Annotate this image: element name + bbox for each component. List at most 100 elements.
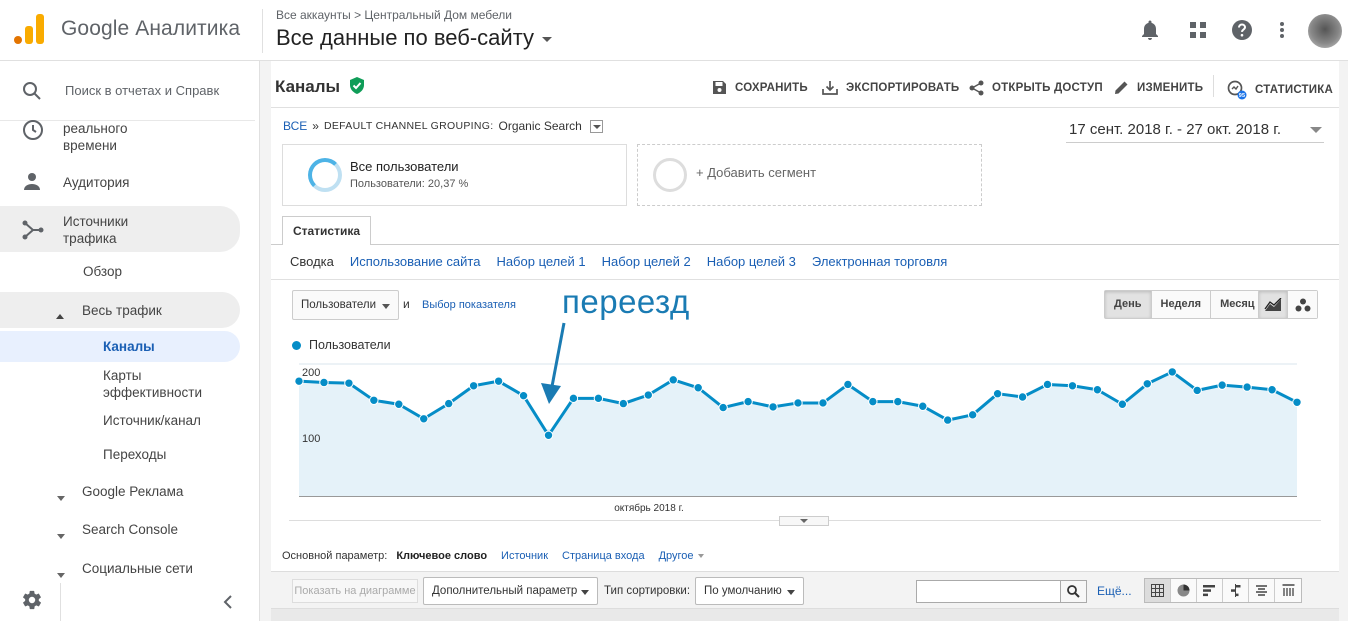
sidebar-item-treemaps[interactable]: Карты эффективности [103,367,223,401]
sidebar-item-overview[interactable]: Обзор [83,263,122,280]
plot-rows-button[interactable]: Показать на диаграмме [292,579,418,603]
save-button[interactable]: СОХРАНИТЬ [712,80,808,95]
advanced-filter-link[interactable]: Ещё... [1097,584,1132,598]
data-point[interactable] [1017,392,1028,402]
edit-button[interactable]: ИЗМЕНИТЬ [1114,80,1203,95]
avatar[interactable] [1308,14,1342,48]
comparison-view-icon[interactable] [1223,579,1249,602]
sidebar-item-audience[interactable]: Аудитория [63,174,129,191]
brand-name[interactable]: Google Аналитика [61,17,240,41]
more-vert-icon[interactable] [1270,18,1294,42]
data-point[interactable] [668,375,678,385]
primary-dim-keyword[interactable]: Ключевое слово [396,550,487,562]
data-point[interactable] [893,396,903,407]
sidebar-item-source-medium[interactable]: Источник/канал [103,412,201,429]
collapse-chevron-left-icon[interactable] [222,594,234,615]
data-point[interactable] [319,377,329,388]
data-point[interactable] [518,390,529,401]
table-search-button[interactable] [1060,580,1087,603]
data-point[interactable] [693,383,703,393]
data-point[interactable] [818,398,828,408]
ga-logo-icon[interactable] [14,14,44,44]
data-point[interactable] [543,430,554,440]
sidebar-item-acquisition[interactable]: Источники трафика [63,213,173,247]
primary-dim-source[interactable]: Источник [501,550,548,562]
account-breadcrumb[interactable]: Все аккаунты > Центральный Дом мебели [276,8,512,22]
add-segment-button[interactable]: + Добавить сегмент [637,144,982,206]
data-point[interactable] [344,378,354,388]
data-point[interactable] [618,398,629,409]
subtab-goal-set-2[interactable]: Набор целей 2 [602,254,691,269]
data-point[interactable] [743,396,753,407]
chart-expand-handle[interactable] [779,516,829,526]
sidebar-item-google-ads[interactable]: Google Реклама [82,483,183,500]
subtab-summary[interactable]: Сводка [290,254,334,269]
metric-selector[interactable]: Пользователи [292,290,399,320]
primary-dim-landing-page[interactable]: Страница входа [562,550,645,562]
data-point[interactable] [468,381,479,391]
sidebar-item-referrals[interactable]: Переходы [103,446,166,463]
line-chart-icon[interactable] [1259,291,1288,318]
sidebar-search[interactable]: Поиск в отчетах и Справк [0,61,255,121]
motion-chart-icon[interactable] [1288,291,1317,318]
subtab-goal-set-1[interactable]: Набор целей 1 [496,254,585,269]
property-selector[interactable]: Все данные по веб-сайту [276,25,553,51]
table-view-icon[interactable] [1145,579,1171,602]
data-point[interactable] [1242,382,1252,392]
data-point[interactable] [1142,379,1152,389]
insights-button[interactable]: 95 СТАТИСТИКА [1227,80,1333,100]
bar-view-icon[interactable] [1197,579,1223,602]
date-range-picker[interactable]: 17 сент. 2018 г. - 27 окт. 2018 г. [1066,119,1324,143]
gear-icon[interactable] [21,589,43,616]
pick-metric-link[interactable]: Выбор показателя [422,299,516,311]
data-point[interactable] [1267,385,1277,395]
data-point[interactable] [1042,379,1053,390]
help-icon[interactable] [1230,18,1254,42]
sidebar-item-social[interactable]: Социальные сети [82,560,193,577]
data-point[interactable] [369,395,379,406]
data-point[interactable] [1117,399,1128,409]
sidebar-item-search-console[interactable]: Search Console [82,521,178,538]
data-point[interactable] [943,415,953,425]
data-point[interactable] [1067,381,1078,391]
data-point[interactable] [593,393,604,404]
data-point[interactable] [918,401,928,411]
export-button[interactable]: ЭКСПОРТИРОВАТЬ [822,80,959,95]
subtab-site-usage[interactable]: Использование сайта [350,254,481,269]
data-point[interactable] [967,410,978,420]
data-point[interactable] [768,402,778,412]
data-point[interactable] [992,389,1003,399]
sidebar-item-all-traffic[interactable]: Весь трафик [82,302,162,319]
secondary-dimension-select[interactable]: Дополнительный параметр [423,577,598,605]
primary-dim-other[interactable]: Другое [659,550,704,562]
pivot-view-icon[interactable] [1275,579,1301,602]
data-point[interactable] [718,402,728,413]
breadcrumb-all[interactable]: ВСЕ [283,119,307,133]
data-point[interactable] [643,390,653,400]
granularity-month[interactable]: Месяц [1211,291,1264,318]
subtab-ecommerce[interactable]: Электронная торговля [812,254,947,269]
share-button[interactable]: ОТКРЫТЬ ДОСТУП [969,80,1103,96]
bell-icon[interactable] [1138,18,1162,42]
data-point[interactable] [1167,367,1177,377]
data-point[interactable] [568,393,579,404]
tab-explorer[interactable]: Статистика [282,216,371,245]
data-point[interactable] [444,398,454,409]
pie-view-icon[interactable] [1171,579,1197,602]
breadcrumb-dropdown-icon[interactable] [589,119,603,133]
sidebar-item-channels[interactable]: Каналы [103,338,155,355]
sidebar-item-realtime[interactable]: реального времени [63,120,183,154]
data-point[interactable] [868,396,878,407]
granularity-week[interactable]: Неделя [1151,291,1212,318]
table-search-input[interactable] [916,580,1061,603]
data-point[interactable] [1217,380,1227,390]
data-point[interactable] [843,379,853,390]
data-point[interactable] [394,399,404,409]
segment-all-users[interactable]: Все пользователи Пользователи: 20,37 % [282,144,627,206]
data-point[interactable] [1092,385,1103,395]
apps-grid-icon[interactable] [1186,18,1210,42]
data-point[interactable] [1192,385,1202,396]
granularity-day[interactable]: День [1105,291,1152,318]
data-point[interactable] [493,376,504,386]
data-point[interactable] [1292,397,1302,407]
